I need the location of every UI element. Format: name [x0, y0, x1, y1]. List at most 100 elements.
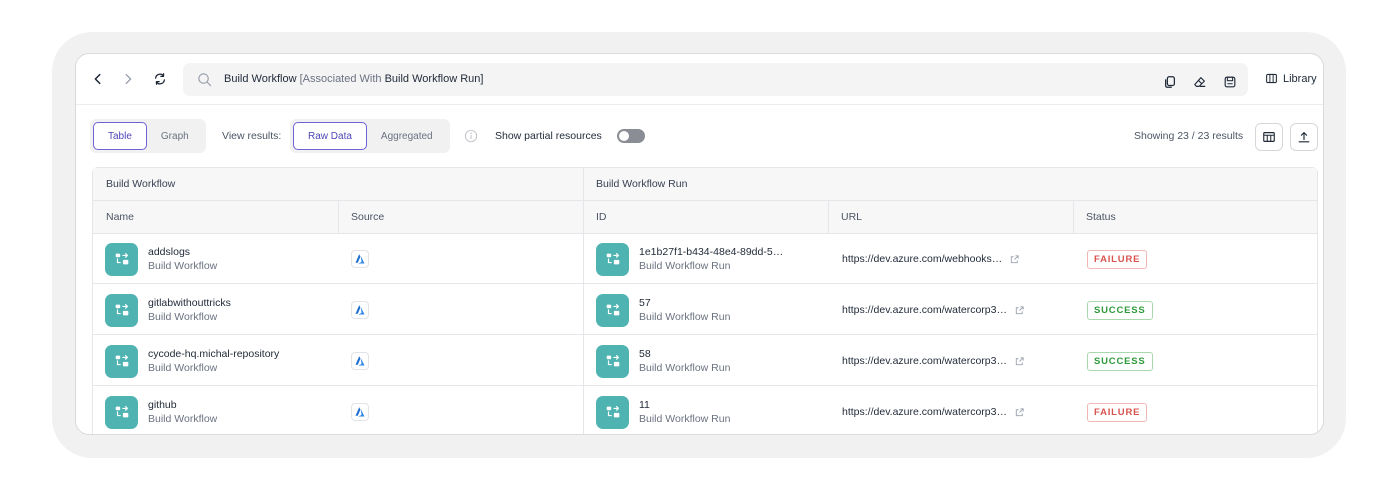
run-type: Build Workflow Run — [639, 311, 731, 323]
group-header-build-workflow-run: Build Workflow Run — [583, 168, 1317, 201]
results-table: Build Workflow Build Workflow Run Name S… — [92, 167, 1318, 434]
column-header-name[interactable]: Name — [93, 201, 338, 234]
workflow-icon — [115, 304, 128, 316]
workflow-icon — [606, 355, 619, 367]
source-cell — [351, 387, 369, 434]
chevron-left-icon — [94, 73, 101, 85]
build-workflow-icon — [105, 293, 138, 327]
workflow-icon — [115, 406, 128, 418]
refresh-button[interactable] — [147, 66, 173, 92]
table-row[interactable]: addslogs Build Workflow 1e1b27f1-b434-48… — [93, 234, 1317, 284]
column-header-status[interactable]: Status — [1073, 201, 1317, 234]
status-badge: FAILURE — [1087, 249, 1148, 269]
build-workflow-run-icon — [596, 293, 629, 327]
workflow-icon — [115, 355, 128, 367]
status-cell: SUCCESS — [1087, 285, 1153, 335]
run-url-link[interactable]: https://dev.azure.com/watercorp3… — [842, 304, 1007, 316]
run-url-link[interactable]: https://dev.azure.com/webhooks… — [842, 253, 1002, 265]
table-row[interactable]: cycode-hq.michal-repository Build Workfl… — [93, 336, 1317, 386]
build-workflow-run-icon — [596, 395, 629, 429]
status-badge: FAILURE — [1087, 402, 1148, 422]
query-relation: [Associated With — [299, 73, 382, 85]
name-cell: cycode-hq.michal-repository Build Workfl… — [105, 336, 279, 386]
build-workflow-icon — [105, 344, 138, 378]
result-mode-switcher: Raw Data Aggregated — [290, 119, 450, 153]
column-divider — [338, 201, 339, 234]
build-workflow-icon — [105, 242, 138, 276]
save-icon — [1224, 76, 1236, 88]
run-id[interactable]: 58 — [639, 347, 730, 361]
run-type: Build Workflow Run — [639, 413, 731, 425]
copy-button[interactable] — [1159, 71, 1181, 93]
workflow-icon — [606, 406, 619, 418]
column-header-url[interactable]: URL — [828, 201, 1073, 234]
search-icon — [198, 73, 212, 87]
workflow-name[interactable]: addslogs — [148, 245, 217, 259]
run-type: Build Workflow Run — [639, 362, 731, 374]
toggle-knob — [619, 131, 629, 141]
url-cell: https://dev.azure.com/watercorp3… — [842, 336, 1025, 386]
url-cell: https://dev.azure.com/watercorp3… — [842, 285, 1025, 335]
external-link-icon[interactable] — [1014, 356, 1025, 367]
table-row[interactable]: gitlabwithouttricks Build Workflow 57 Bu… — [93, 285, 1317, 335]
clear-button[interactable] — [1189, 71, 1211, 93]
library-icon — [1266, 73, 1277, 84]
library-button[interactable]: Library — [1265, 72, 1317, 85]
status-badge: SUCCESS — [1087, 300, 1153, 320]
id-cell: 57 Build Workflow Run — [596, 285, 730, 335]
workflow-icon — [115, 253, 128, 265]
status-cell: FAILURE — [1087, 234, 1148, 284]
workflow-name[interactable]: cycode-hq.michal-repository — [148, 347, 279, 361]
column-divider — [1073, 201, 1074, 234]
workflow-name[interactable]: github — [148, 398, 217, 412]
status-cell: FAILURE — [1087, 387, 1148, 434]
forward-button[interactable] — [115, 66, 141, 92]
external-link-icon[interactable] — [1014, 407, 1025, 418]
status-badge: SUCCESS — [1087, 351, 1153, 371]
query-source: Build Workflow — [224, 73, 297, 85]
export-button[interactable] — [1290, 123, 1318, 151]
upload-icon — [1298, 132, 1310, 143]
partial-resources-toggle[interactable] — [617, 129, 645, 143]
back-button[interactable] — [85, 66, 111, 92]
build-workflow-run-icon — [596, 344, 629, 378]
workflow-icon — [606, 253, 619, 265]
url-cell: https://dev.azure.com/watercorp3… — [842, 387, 1025, 434]
source-cell — [351, 336, 369, 386]
source-cell — [351, 285, 369, 335]
mode-raw-data[interactable]: Raw Data — [293, 122, 367, 150]
workflow-type: Build Workflow — [148, 260, 218, 272]
workflow-type: Build Workflow — [148, 362, 218, 374]
run-id[interactable]: 11 — [639, 398, 730, 412]
tab-graph[interactable]: Graph — [147, 122, 203, 150]
workflow-type: Build Workflow — [148, 311, 218, 323]
run-url-link[interactable]: https://dev.azure.com/watercorp3… — [842, 355, 1007, 367]
mode-aggregated[interactable]: Aggregated — [367, 122, 447, 150]
external-link-icon[interactable] — [1009, 254, 1020, 265]
run-url-link[interactable]: https://dev.azure.com/watercorp3… — [842, 406, 1007, 418]
workflow-type: Build Workflow — [148, 413, 218, 425]
query-text: Build Workflow [Associated With Build Wo… — [224, 72, 483, 87]
refresh-icon — [154, 73, 166, 85]
run-id[interactable]: 1e1b27f1-b434-48e4-89dd-5… — [639, 245, 783, 259]
columns-button[interactable] — [1255, 123, 1283, 151]
run-type: Build Workflow Run — [639, 260, 731, 272]
workflow-name[interactable]: gitlabwithouttricks — [148, 296, 231, 310]
workflow-icon — [606, 304, 619, 316]
group-header-build-workflow: Build Workflow — [93, 168, 583, 201]
table-row[interactable]: github Build Workflow 11 Build Workflow … — [93, 387, 1317, 434]
app-window: Build Workflow [Associated With Build Wo… — [75, 53, 1324, 435]
query-bar[interactable]: Build Workflow [Associated With Build Wo… — [183, 63, 1248, 96]
view-switcher: Table Graph — [90, 119, 206, 153]
column-header-source[interactable]: Source — [338, 201, 583, 234]
status-cell: SUCCESS — [1087, 336, 1153, 386]
external-link-icon[interactable] — [1014, 305, 1025, 316]
eraser-icon — [1194, 77, 1206, 87]
save-button[interactable] — [1219, 71, 1241, 93]
tab-table[interactable]: Table — [93, 122, 147, 150]
run-id[interactable]: 57 — [639, 296, 730, 310]
name-cell: github Build Workflow — [105, 387, 218, 434]
column-header-id[interactable]: ID — [583, 201, 828, 234]
info-icon[interactable] — [464, 129, 478, 143]
source-cell — [351, 234, 369, 284]
